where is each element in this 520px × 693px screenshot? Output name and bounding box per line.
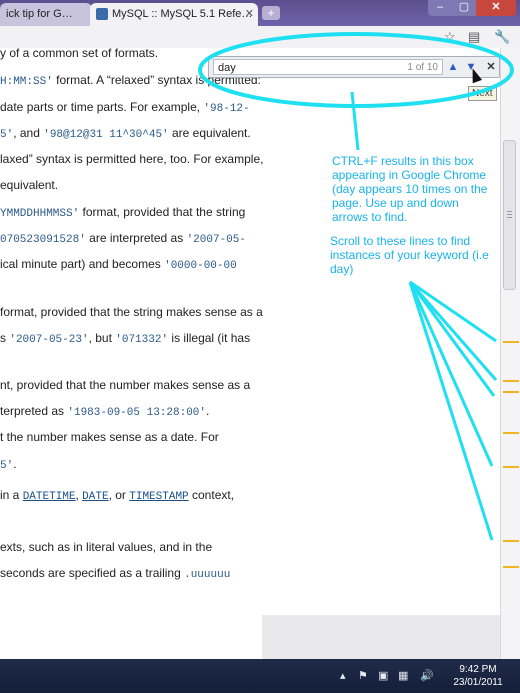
content-line: t the number makes sense as a date. For — [0, 430, 219, 444]
content-line: exts, such as in literal values, and in … — [0, 540, 212, 554]
page-footer-area — [262, 615, 500, 659]
text-run: date parts or time parts. For example, — [0, 100, 204, 114]
doc-link[interactable]: DATE — [82, 491, 108, 503]
text-run: y of a common set of formats. — [0, 48, 159, 60]
flag-icon[interactable]: ⚑ — [358, 669, 368, 682]
content-line: y of a common set of formats. — [0, 48, 158, 60]
find-previous-button[interactable]: ▲ — [445, 59, 461, 75]
find-input[interactable]: day 1 of 10 — [213, 59, 443, 75]
content-line: 5'. — [0, 457, 17, 472]
text-run: are interpreted as — [85, 231, 187, 245]
code-literal: '071332' — [115, 334, 169, 346]
volume-icon[interactable]: 🔊 — [420, 669, 434, 682]
text-run: in a — [0, 488, 23, 502]
text-run: format, provided that the string makes s… — [0, 305, 263, 319]
code-literal: YMMDDHHMMSS' — [0, 208, 80, 220]
content-line: equivalent. — [0, 178, 58, 192]
content-line: in a DATETIME, DATE, or TIMESTAMP contex… — [0, 488, 234, 503]
text-run: nt, provided that the number makes sense… — [0, 378, 251, 392]
new-tab-button[interactable]: + — [262, 6, 280, 20]
find-result-marker[interactable] — [503, 341, 519, 343]
find-result-marker[interactable] — [503, 466, 519, 468]
text-run: laxed” syntax is permitted here, too. Fo… — [0, 152, 264, 166]
text-run: , or — [108, 488, 130, 502]
scroll-annotation: Scroll to these lines to find instances … — [330, 234, 489, 276]
content-line: nt, provided that the number makes sense… — [0, 378, 250, 392]
content-line: YMMDDHHMMSS' format, provided that the s… — [0, 205, 245, 220]
code-literal: '2007-05-23' — [9, 334, 89, 346]
code-literal: .uuuuuu — [184, 569, 231, 581]
next-tooltip: Next — [468, 86, 497, 101]
tab-label: MySQL :: MySQL 5.1 Refe… — [112, 8, 253, 20]
page-icon[interactable]: ▤ — [468, 29, 480, 45]
find-result-marker[interactable] — [503, 391, 519, 393]
mysql-favicon-icon — [96, 8, 108, 21]
text-run: are equivalent. — [168, 126, 251, 140]
scrollbar-thumb[interactable] — [503, 140, 516, 290]
content-line: seconds are specified as a trailing .uuu… — [0, 566, 230, 581]
find-close-button[interactable]: ✕ — [483, 59, 499, 75]
find-result-marker[interactable] — [503, 566, 519, 568]
text-run: s — [0, 331, 10, 345]
text-run: seconds are specified as a trailing — [0, 566, 185, 580]
content-line: s '2007-05-23', but '071332' is illegal … — [0, 331, 250, 346]
tab-close-icon[interactable]: ✕ — [245, 3, 254, 25]
code-literal: '98-12- — [203, 103, 250, 115]
find-result-marker[interactable] — [503, 380, 519, 382]
find-query: day — [218, 62, 236, 74]
windows-taskbar: ▴ ⚑ ▣ ▦ 🔊 9:42 PM 23/01/2011 — [0, 659, 520, 693]
close-window-button[interactable]: ✕ — [476, 0, 516, 16]
text-run: format, provided that the string — [79, 205, 246, 219]
text-run: , but — [88, 331, 116, 345]
minimize-button[interactable]: – — [428, 0, 452, 16]
browser-toolbar: ☆ ▤ 🔧 — [0, 26, 520, 49]
content-line: 070523091528' are interpreted as '2007-0… — [0, 231, 246, 246]
content-line: terpreted as '1983-09-05 13:28:00'. — [0, 404, 209, 419]
find-bar: day 1 of 10 ▲ ▼ ✕ — [208, 56, 500, 78]
text-run: . — [206, 404, 210, 418]
content-line: date parts or time parts. For example, '… — [0, 100, 250, 115]
tab-quick-tip[interactable]: ick tip for G… — [0, 3, 92, 26]
page-content: y of a common set of formats. H:MM:SS' fo… — [0, 48, 500, 615]
text-run: equivalent. — [0, 178, 59, 192]
content-line: format, provided that the string makes s… — [0, 305, 263, 319]
tab-label: ick tip for G… — [6, 8, 73, 20]
code-literal: 5' — [0, 460, 14, 472]
code-literal: '98@12@31 11^30^45' — [43, 129, 169, 141]
code-literal: '0000-00-00 — [164, 260, 237, 272]
star-icon[interactable]: ☆ — [444, 29, 456, 45]
doc-link[interactable]: DATETIME — [23, 491, 76, 503]
text-run: context, — [188, 488, 235, 502]
content-line: ical minute part) and becomes '0000-00-0… — [0, 257, 237, 272]
tab-mysql-reference[interactable]: MySQL :: MySQL 5.1 Refe… ✕ — [90, 3, 258, 26]
find-result-count: 1 of 10 — [407, 62, 438, 73]
code-literal: H:MM:SS' — [0, 76, 53, 88]
text-run: , and — [13, 126, 44, 140]
network-icon[interactable]: ▦ — [398, 669, 408, 682]
clock-date: 23/01/2011 — [453, 677, 503, 688]
text-run: exts, such as in literal values, and in … — [0, 540, 213, 554]
wrench-icon[interactable]: 🔧 — [494, 29, 510, 45]
text-run: ical minute part) and becomes — [0, 257, 165, 271]
code-literal: '2007-05- — [186, 234, 246, 246]
code-literal: 070523091528' — [0, 234, 86, 246]
ctrl-f-annotation: CTRL+F results in this box appearing in … — [332, 154, 488, 224]
code-literal: 5' — [0, 129, 14, 141]
content-line: 5', and '98@12@31 11^30^45' are equivale… — [0, 126, 251, 141]
chevron-up-icon[interactable]: ▴ — [340, 669, 346, 682]
maximize-button[interactable]: ▢ — [452, 0, 476, 16]
clock-time: 9:42 PM — [459, 664, 497, 675]
device-icon[interactable]: ▣ — [378, 669, 388, 682]
text-run: is illegal (it has — [168, 331, 251, 345]
content-line: laxed” syntax is permitted here, too. Fo… — [0, 152, 263, 166]
text-run: t the number makes sense as a date. For — [0, 430, 219, 444]
find-result-marker[interactable] — [503, 540, 519, 542]
code-literal: '1983-09-05 13:28:00' — [67, 407, 206, 419]
text-run: . — [13, 457, 17, 471]
doc-link[interactable]: TIMESTAMP — [129, 491, 188, 503]
text-run: terpreted as — [0, 404, 68, 418]
system-clock[interactable]: 9:42 PM 23/01/2011 — [442, 663, 514, 689]
find-result-marker[interactable] — [503, 432, 519, 434]
browser-tab-strip: ick tip for G… MySQL :: MySQL 5.1 Refe… … — [0, 0, 520, 26]
